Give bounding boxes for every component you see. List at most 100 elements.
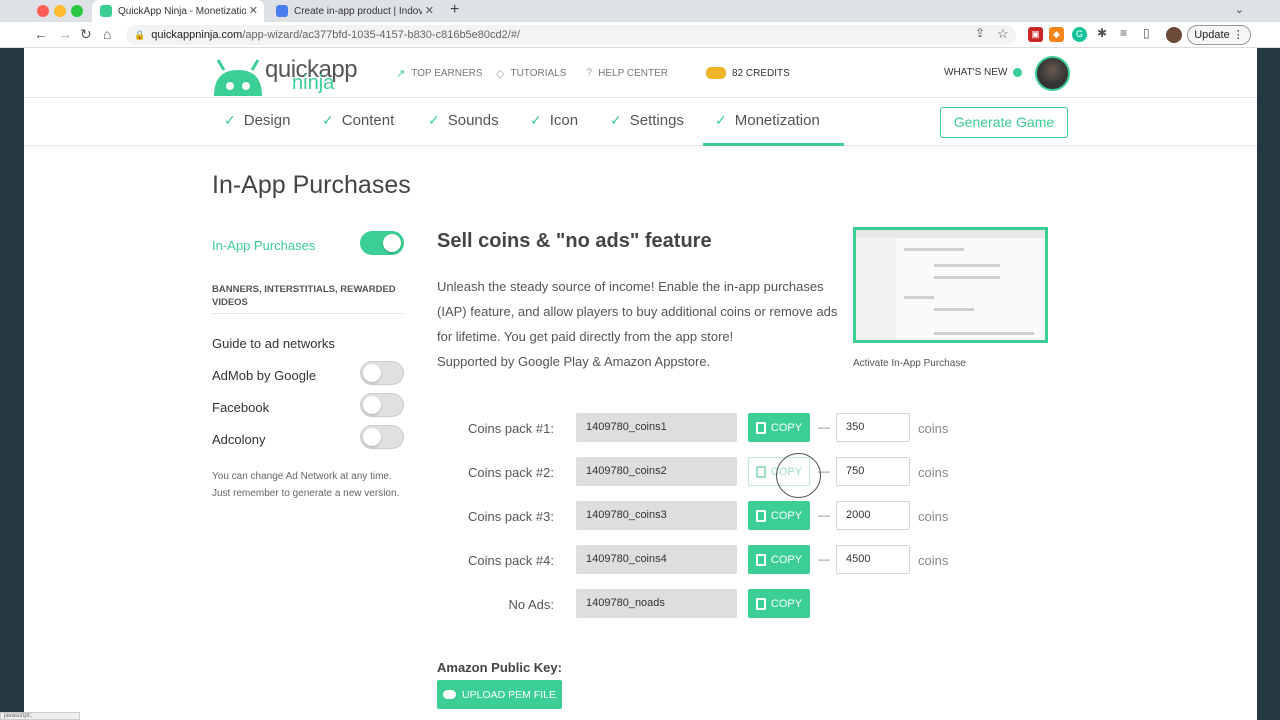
- coins-quantity-input[interactable]: 750: [836, 457, 910, 486]
- thumbnail-caption: Activate In-App Purchase: [853, 358, 966, 369]
- notification-dot-icon: [1013, 68, 1023, 77]
- forward-arrow-icon[interactable]: →: [58, 26, 72, 42]
- thumb-line: [934, 264, 1000, 267]
- url-host: quickappninja.com: [151, 29, 243, 41]
- coins-quantity-input[interactable]: 350: [836, 413, 910, 442]
- iap-toggle[interactable]: [360, 231, 404, 255]
- coins-quantity-input[interactable]: 2000: [836, 501, 910, 530]
- back-arrow-icon[interactable]: ←: [34, 26, 48, 42]
- nav-label: TOP EARNERS: [411, 68, 483, 79]
- active-step-indicator: [703, 143, 844, 146]
- coins-quantity-input[interactable]: 4500: [836, 545, 910, 574]
- extension-red-icon[interactable]: ▣: [1028, 27, 1043, 42]
- toggle-knob: [383, 234, 401, 252]
- whats-new-link[interactable]: WHAT'S NEW: [944, 67, 1023, 78]
- logo-text-ninja: ninja: [292, 72, 335, 94]
- browser-status-bar: javascript:;: [0, 712, 80, 720]
- guide-ad-networks-link[interactable]: Guide to ad networks: [212, 336, 335, 351]
- share-icon[interactable]: ⇪: [975, 26, 985, 40]
- pack-id-field[interactable]: 1409780_coins3: [576, 501, 737, 530]
- copy-icon: [755, 597, 766, 610]
- admob-toggle[interactable]: [360, 361, 404, 385]
- tab-title: QuickApp Ninja - Monetization: [118, 5, 246, 17]
- copy-icon: [755, 465, 766, 478]
- url-field[interactable]: 🔒 quickappninja.com/app-wizard/ac377bfd-…: [126, 25, 1016, 45]
- tab-search-chevron-icon[interactable]: ⌄: [1235, 3, 1244, 16]
- pack-id-field[interactable]: 1409780_coins4: [576, 545, 737, 574]
- copy-label: COPY: [770, 553, 803, 566]
- metamask-extension-icon[interactable]: ◆: [1049, 27, 1064, 42]
- new-tab-icon[interactable]: +: [450, 1, 459, 19]
- bookmark-star-icon[interactable]: ☆: [997, 26, 1009, 42]
- ads-section-heading: BANNERS, INTERSTITIALS, REWARDED VIDEOS: [212, 284, 396, 308]
- copy-label: COPY: [770, 597, 803, 610]
- update-button[interactable]: Update ⋮: [1187, 25, 1251, 45]
- step-settings[interactable]: ✓ Settings: [610, 112, 684, 129]
- dash: —: [818, 508, 830, 522]
- check-icon: ✓: [428, 112, 440, 128]
- ad-network-note: You can change Ad Network at any time. J…: [212, 471, 400, 499]
- copy-button[interactable]: COPY: [748, 413, 810, 442]
- pack-id-field[interactable]: 1409780_coins2: [576, 457, 737, 486]
- web-page: quickapp ninja ↗ TOP EARNERS ◇ TUTORIALS…: [24, 48, 1257, 720]
- upload-pem-button[interactable]: UPLOAD PEM FILE: [437, 680, 562, 709]
- address-bar: ← → ↻ ⌂ 🔒 quickappninja.com/app-wizard/a…: [0, 22, 1280, 48]
- pack-label: Coins pack #1:: [468, 421, 554, 436]
- side-panel-icon[interactable]: ▯: [1143, 26, 1150, 40]
- step-monetization[interactable]: ✓ Monetization: [715, 112, 820, 129]
- toggle-knob: [363, 364, 381, 382]
- step-label: Icon: [549, 112, 579, 129]
- coins-unit: coins: [918, 421, 949, 436]
- media-control-icon[interactable]: ≡: [1120, 26, 1127, 40]
- toggle-knob: [363, 396, 381, 414]
- home-icon[interactable]: ⌂: [103, 26, 111, 42]
- check-icon: ✓: [224, 112, 236, 128]
- minimize-window-button[interactable]: [54, 5, 66, 17]
- facebook-toggle[interactable]: [360, 393, 404, 417]
- page-title: In-App Purchases: [212, 171, 411, 199]
- upload-label: UPLOAD PEM FILE: [462, 688, 556, 701]
- graduation-cap-icon: ◇: [496, 68, 505, 80]
- step-sounds[interactable]: ✓ Sounds: [428, 112, 499, 129]
- copy-icon: [755, 421, 766, 434]
- facebook-label: Facebook: [212, 400, 270, 415]
- copy-button[interactable]: COPY: [748, 545, 810, 574]
- step-design[interactable]: ✓ Design: [224, 112, 290, 129]
- url-path: /app-wizard/ac377bfd-1035-4157-b830-c816…: [242, 29, 520, 41]
- pack-id-field[interactable]: 1409780_coins1: [576, 413, 737, 442]
- close-tab-icon[interactable]: ✕: [249, 4, 258, 17]
- help-icon: ?: [586, 67, 593, 79]
- reload-icon[interactable]: ↻: [80, 26, 92, 43]
- browser-tab-quickapp[interactable]: QuickApp Ninja - Monetization ✕: [92, 0, 264, 22]
- no-ads-id-field[interactable]: 1409780_noads: [576, 589, 737, 618]
- credits-counter[interactable]: 82 CREDITS: [706, 67, 790, 79]
- profile-avatar[interactable]: [1166, 27, 1182, 43]
- generate-game-button[interactable]: Generate Game: [940, 107, 1068, 138]
- nav-label: TUTORIALS: [510, 68, 567, 79]
- amazon-key-label: Amazon Public Key:: [437, 660, 562, 675]
- adcolony-toggle[interactable]: [360, 425, 404, 449]
- tutorial-thumbnail[interactable]: [853, 227, 1048, 343]
- step-content[interactable]: ✓ Content: [322, 112, 394, 129]
- nav-help-center[interactable]: ? HELP CENTER: [586, 67, 668, 79]
- tab-title: Create in-app product | Indovi: [294, 5, 422, 17]
- step-icon[interactable]: ✓ Icon: [530, 112, 578, 129]
- copy-icon: [755, 553, 766, 566]
- nav-top-earners[interactable]: ↗ TOP EARNERS: [396, 67, 483, 80]
- trend-icon: ↗: [396, 68, 406, 80]
- copy-button[interactable]: COPY: [748, 501, 810, 530]
- maximize-window-button[interactable]: [71, 5, 83, 17]
- update-label: Update: [1194, 29, 1230, 41]
- nav-tutorials[interactable]: ◇ TUTORIALS: [496, 67, 566, 80]
- close-tab-icon[interactable]: ✕: [425, 4, 434, 17]
- user-avatar[interactable]: [1035, 56, 1070, 91]
- copy-button[interactable]: COPY: [748, 589, 810, 618]
- browser-tab-create-iap[interactable]: Create in-app product | Indovi ✕: [268, 0, 440, 22]
- step-label: Sounds: [447, 112, 499, 129]
- coins-unit: coins: [918, 465, 949, 480]
- check-icon: ✓: [322, 112, 334, 128]
- grammarly-extension-icon[interactable]: G: [1072, 27, 1087, 42]
- extensions-puzzle-icon[interactable]: ✱: [1097, 26, 1107, 40]
- close-window-button[interactable]: [37, 5, 49, 17]
- pack-label: Coins pack #3:: [468, 509, 554, 524]
